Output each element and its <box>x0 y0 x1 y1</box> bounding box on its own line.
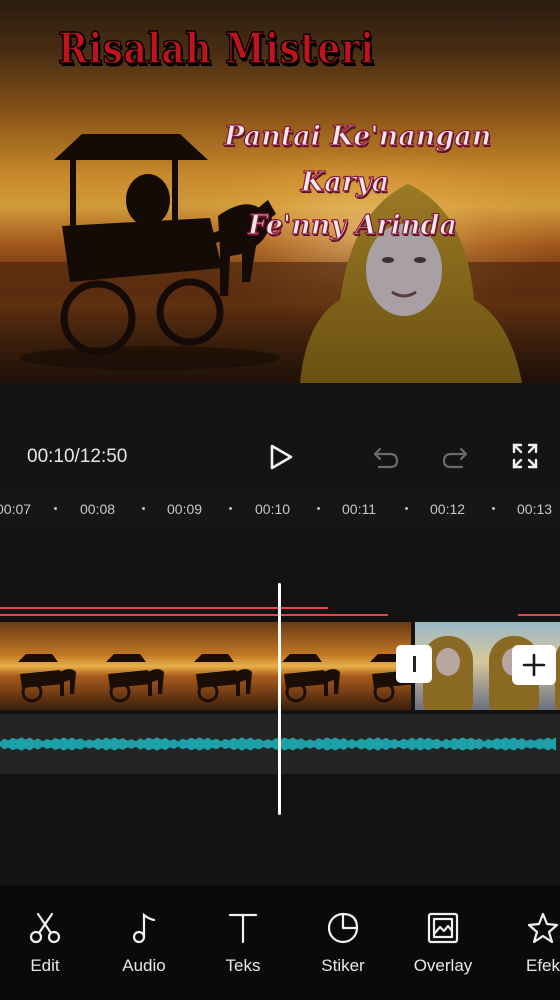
play-icon <box>270 444 293 470</box>
ruler-tick-label: 00:07 <box>0 501 32 517</box>
toolbar-item-text[interactable]: Teks <box>198 909 288 989</box>
ruler-tick-dot <box>142 507 145 510</box>
toolbar-item-sticker[interactable]: Stiker <box>298 909 388 989</box>
clip-thumbnail <box>188 622 276 710</box>
ruler-tick-label: 00:12 <box>430 501 466 517</box>
fullscreen-button[interactable] <box>508 439 542 473</box>
transition-handle[interactable] <box>396 645 432 683</box>
music-note-icon <box>132 912 156 944</box>
ruler-tick-dot <box>492 507 495 510</box>
ruler-tick-label: 00:13 <box>517 501 553 517</box>
clip-thumbnail <box>0 622 12 710</box>
toolbar-label: Teks <box>225 956 261 975</box>
video-preview[interactable]: Risalah Misteri Pantai Ke'nangan Karya F… <box>0 0 560 383</box>
plus-icon <box>522 653 546 677</box>
ruler-tick-label: 00:10 <box>255 501 291 517</box>
undo-button[interactable] <box>369 440 403 474</box>
clip-thumbnail <box>276 622 364 710</box>
toolbar-label: Edit <box>30 956 60 975</box>
toolbar-item-edit[interactable]: Edit <box>0 909 90 989</box>
story-title-line-3[interactable]: Fe'nny Arinda <box>247 209 457 241</box>
timeline-ruler[interactable]: 00:07 00:08 00:09 00:10 00:11 00:12 00:1… <box>0 491 560 527</box>
story-title-line-2[interactable]: Karya <box>300 166 390 198</box>
sticker-icon <box>327 912 359 944</box>
undo-icon <box>373 447 399 469</box>
ruler-tick-dot <box>54 507 57 510</box>
toolbar-item-overlay[interactable]: Overlay <box>398 909 488 989</box>
toolbar-item-effects[interactable]: Efek <box>498 909 560 989</box>
toolbar-label: Audio <box>122 956 166 975</box>
overlay-title-text[interactable]: Risalah Misteri <box>57 23 374 74</box>
timeline-tracks[interactable] <box>0 527 560 885</box>
effects-star-icon <box>527 912 559 944</box>
toolbar-item-audio[interactable]: Audio <box>99 909 189 989</box>
ruler-tick-dot <box>229 507 232 510</box>
clip-thumbnail <box>100 622 188 710</box>
text-track-line[interactable] <box>0 614 388 616</box>
timecode: 00:10/12:50 <box>27 446 128 467</box>
ruler-tick-label: 00:11 <box>342 501 376 517</box>
bottom-toolbar: Edit Audio Teks Stiker Overlay Efek <box>0 885 560 1000</box>
ruler-tick-label: 00:08 <box>80 501 116 517</box>
ruler-tick-label: 00:09 <box>167 501 203 517</box>
toolbar-label: Stiker <box>321 956 365 975</box>
redo-button[interactable] <box>438 440 472 474</box>
redo-icon <box>442 447 468 469</box>
ruler-tick-dot <box>405 507 408 510</box>
scissors-icon <box>29 912 61 944</box>
add-clip-button[interactable] <box>512 645 556 685</box>
text-t-icon <box>228 913 258 944</box>
fullscreen-icon <box>512 443 538 469</box>
playback-bar: 00:10/12:50 <box>0 383 560 491</box>
overlay-image-icon <box>427 912 459 944</box>
toolbar-label: Efek <box>525 956 560 975</box>
toolbar-label: Overlay <box>413 956 473 975</box>
play-button[interactable] <box>264 439 298 475</box>
clip-thumbnail <box>12 622 100 710</box>
playhead[interactable] <box>278 583 281 815</box>
main-video-clip[interactable] <box>0 622 411 710</box>
story-title-line-1[interactable]: Pantai Ke'nangan <box>223 120 492 152</box>
ruler-tick-dot <box>317 507 320 510</box>
text-track-line[interactable] <box>518 614 560 616</box>
